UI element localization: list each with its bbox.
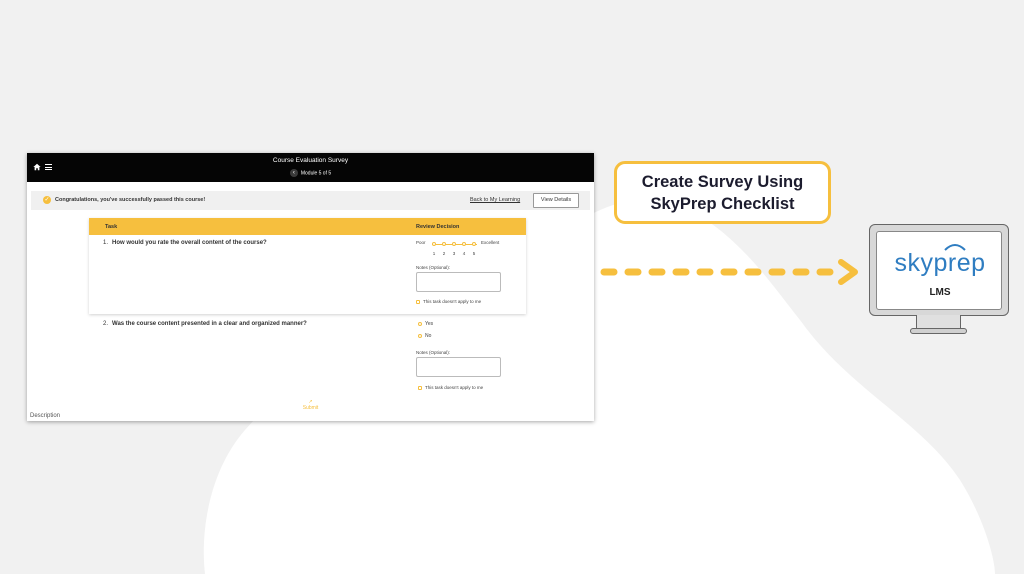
option-yes[interactable]: Yes (418, 321, 433, 327)
option-no[interactable]: No (418, 333, 431, 339)
back-to-my-learning-link[interactable]: Back to My Learning (470, 197, 520, 203)
notes-textarea[interactable] (416, 357, 501, 377)
question-text: Was the course content presented in a cl… (112, 321, 307, 327)
rating-option-2[interactable] (442, 242, 446, 246)
success-banner: ✓ Congratulations, you've successfully p… (31, 191, 590, 210)
rating-number: 2 (442, 251, 446, 256)
module-indicator: ‹ Module 5 of 5 (27, 169, 594, 177)
rating-option-5[interactable] (472, 242, 476, 246)
rating-scale: Poor Excellent 1 2 3 4 5 (416, 240, 511, 260)
monitor-frame: skyprep LMS (869, 224, 1009, 316)
chevron-left-icon[interactable]: ‹ (289, 169, 298, 177)
not-applicable-label: This task doesn't apply to me (423, 299, 482, 304)
submit-button[interactable]: ↗ Submit (27, 399, 594, 411)
top-bar: Course Evaluation Survey ‹ Module 5 of 5 (27, 153, 594, 182)
rating-number: 3 (452, 251, 456, 256)
rating-number: 1 (432, 251, 436, 256)
callout-text: Create Survey Using SkyPrep Checklist (642, 171, 803, 215)
checkbox-icon[interactable] (416, 299, 420, 304)
monitor-screen: skyprep LMS (876, 231, 1002, 310)
lms-survey-window: Course Evaluation Survey ‹ Module 5 of 5 … (27, 153, 594, 421)
task-table-header: Task Review Decision (89, 218, 526, 235)
task-column-header: Task (105, 224, 118, 230)
module-label: Module 5 of 5 (300, 170, 332, 177)
callout-line-2: SkyPrep Checklist (650, 194, 795, 213)
radio-icon[interactable] (418, 321, 422, 326)
not-applicable-checkbox[interactable]: This task doesn't apply to me (418, 385, 483, 390)
skyprep-logo: skyprep (894, 249, 986, 277)
notes-label: Notes (Optional): (416, 350, 451, 355)
survey-title: Course Evaluation Survey (272, 157, 349, 164)
rating-high-label: Excellent (481, 240, 500, 245)
rating-low-label: Poor (416, 240, 426, 245)
lms-label: LMS (929, 287, 951, 298)
not-applicable-label: This task doesn't apply to me (425, 385, 484, 390)
view-details-button[interactable]: View Details (533, 193, 579, 208)
question-number: 2. (103, 321, 109, 327)
monitor-stand (910, 328, 967, 334)
check-icon: ✓ (43, 196, 51, 204)
task-card: Task Review Decision 1. How would you rat… (89, 218, 526, 314)
callout-box: Create Survey Using SkyPrep Checklist (614, 161, 831, 224)
review-decision-column-header: Review Decision (416, 224, 460, 230)
rating-option-1[interactable] (432, 242, 436, 246)
radio-icon[interactable] (418, 333, 422, 338)
dashed-arrow-line (600, 268, 838, 276)
rating-option-4[interactable] (462, 242, 466, 246)
notes-label: Notes (Optional): (416, 265, 451, 270)
rating-number: 4 (462, 251, 466, 256)
arrow-head-icon (838, 259, 858, 285)
question-1: 1. How would you rate the overall content… (103, 240, 267, 246)
success-message: Congratulations, you've successfully pas… (55, 197, 206, 203)
option-label: Yes (425, 321, 434, 327)
not-applicable-checkbox[interactable]: This task doesn't apply to me (416, 299, 481, 304)
monitor-illustration: skyprep LMS (869, 224, 1009, 339)
question-2: 2. Was the course content presented in a … (103, 321, 307, 327)
option-label: No (425, 333, 432, 339)
description-label: Description (30, 413, 61, 419)
rating-number: 5 (472, 251, 476, 256)
monitor-neck (916, 315, 961, 329)
question-text: How would you rate the overall content o… (112, 240, 267, 246)
question-number: 1. (103, 240, 109, 246)
submit-label: Submit (302, 405, 319, 411)
notes-textarea[interactable] (416, 272, 501, 292)
footer: ↗ Submit Description (27, 397, 594, 421)
callout-line-1: Create Survey Using (641, 172, 804, 191)
rating-option-3[interactable] (452, 242, 456, 246)
checkbox-icon[interactable] (418, 385, 422, 390)
